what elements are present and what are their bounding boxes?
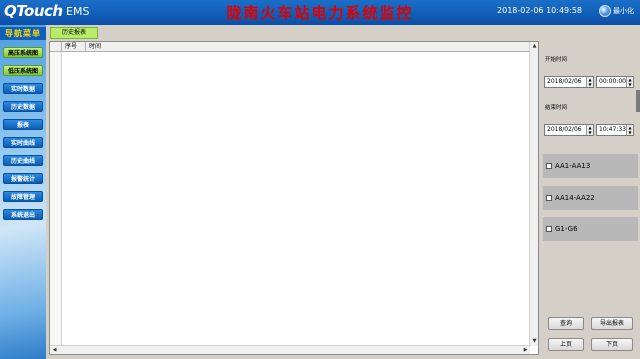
title-bar: QTouch EMS 陇南火车站电力系统监控 2018-02-06 10:49:… <box>0 0 640 25</box>
minimize-icon <box>599 5 611 17</box>
scroll-left-icon[interactable]: ◀ <box>50 346 59 355</box>
tab-strip: 历史报表 <box>46 25 640 39</box>
end-time-value: 10:47:33 <box>599 126 626 133</box>
minimize-button[interactable]: 最小化 <box>599 5 634 17</box>
end-date-field[interactable]: 2018/02/06 ▲ ▼ <box>544 124 594 136</box>
checkbox-icon[interactable] <box>546 163 552 169</box>
start-time-label: 开始时间 <box>545 57 568 63</box>
group-checkbox-aa1-aa13[interactable]: AA1-AA13 <box>543 154 638 178</box>
tab-history-report[interactable]: 历史报表 <box>50 27 98 39</box>
prev-page-button[interactable]: 上页 <box>548 338 584 351</box>
report-table[interactable]: 序号 时间 ▲ ▼ ◀ ▶ <box>49 41 539 355</box>
nav-menu-title: 导航菜单 <box>0 27 46 40</box>
column-header-seq[interactable]: 序号 <box>62 42 86 52</box>
scroll-right-icon[interactable]: ▶ <box>521 346 530 355</box>
end-date-spin-icon[interactable]: ▲ ▼ <box>586 125 593 135</box>
end-time-field[interactable]: 10:47:33 ▲ ▼ <box>596 124 634 136</box>
start-date-value: 2018/02/06 <box>547 78 582 85</box>
sidebar-item-hv-diagram[interactable]: 高压系统图 <box>3 47 43 58</box>
nav-sidebar: 导航菜单 高压系统图 低压系统图 实时数据 历史数据 报表 实时曲线 历史曲线 … <box>0 25 46 359</box>
sidebar-item-report[interactable]: 报表 <box>3 119 43 130</box>
group-label: AA1-AA13 <box>555 162 591 170</box>
side-panel-handle[interactable] <box>636 90 640 112</box>
scroll-up-icon[interactable]: ▲ <box>530 42 539 51</box>
group-checkbox-aa14-aa22[interactable]: AA14-AA22 <box>543 186 638 210</box>
start-time-value: 00:00:00 <box>599 78 626 85</box>
sidebar-item-fault-management[interactable]: 故障管理 <box>3 191 43 202</box>
minimize-label: 最小化 <box>613 7 634 15</box>
query-button[interactable]: 查询 <box>548 317 584 330</box>
start-time-field[interactable]: 00:00:00 ▲ ▼ <box>596 76 634 88</box>
start-time-spin-icon[interactable]: ▲ ▼ <box>626 77 633 87</box>
group-label: AA14-AA22 <box>555 194 595 202</box>
app-logo-sub: EMS <box>66 5 90 18</box>
start-date-spin-icon[interactable]: ▲ ▼ <box>586 77 593 87</box>
sidebar-item-lv-diagram[interactable]: 低压系统图 <box>3 65 43 76</box>
table-corner <box>50 42 62 52</box>
group-checkbox-g1-g6[interactable]: G1-G6 <box>543 217 638 241</box>
next-page-button[interactable]: 下页 <box>591 338 633 351</box>
query-panel: 开始时间 2018/02/06 ▲ ▼ 00:00:00 ▲ ▼ 结束时间 2018… <box>541 41 638 355</box>
datetime-display: 2018-02-06 10:49:58 <box>497 6 582 15</box>
sidebar-item-history-data[interactable]: 历史数据 <box>3 101 43 112</box>
app-logo: QTouch <box>4 2 63 20</box>
sidebar-item-system-exit[interactable]: 系统退出 <box>3 209 43 220</box>
vertical-scrollbar[interactable]: ▲ ▼ <box>529 42 538 346</box>
sidebar-item-alarm-stats[interactable]: 报警统计 <box>3 173 43 184</box>
end-time-spin-icon[interactable]: ▲ ▼ <box>626 125 633 135</box>
export-report-button[interactable]: 导出报表 <box>591 317 633 330</box>
horizontal-scrollbar[interactable]: ◀ ▶ <box>50 345 530 354</box>
column-header-time[interactable]: 时间 <box>86 42 530 52</box>
checkbox-icon[interactable] <box>546 226 552 232</box>
sidebar-item-realtime-data[interactable]: 实时数据 <box>3 83 43 94</box>
checkbox-icon[interactable] <box>546 195 552 201</box>
sidebar-item-realtime-curve[interactable]: 实时曲线 <box>3 137 43 148</box>
end-time-label: 结束时间 <box>545 105 568 111</box>
sidebar-item-history-curve[interactable]: 历史曲线 <box>3 155 43 166</box>
end-date-value: 2018/02/06 <box>547 126 582 133</box>
row-header-gutter <box>50 52 62 346</box>
scroll-down-icon[interactable]: ▼ <box>530 337 539 346</box>
group-label: G1-G6 <box>555 225 578 233</box>
start-date-field[interactable]: 2018/02/06 ▲ ▼ <box>544 76 594 88</box>
